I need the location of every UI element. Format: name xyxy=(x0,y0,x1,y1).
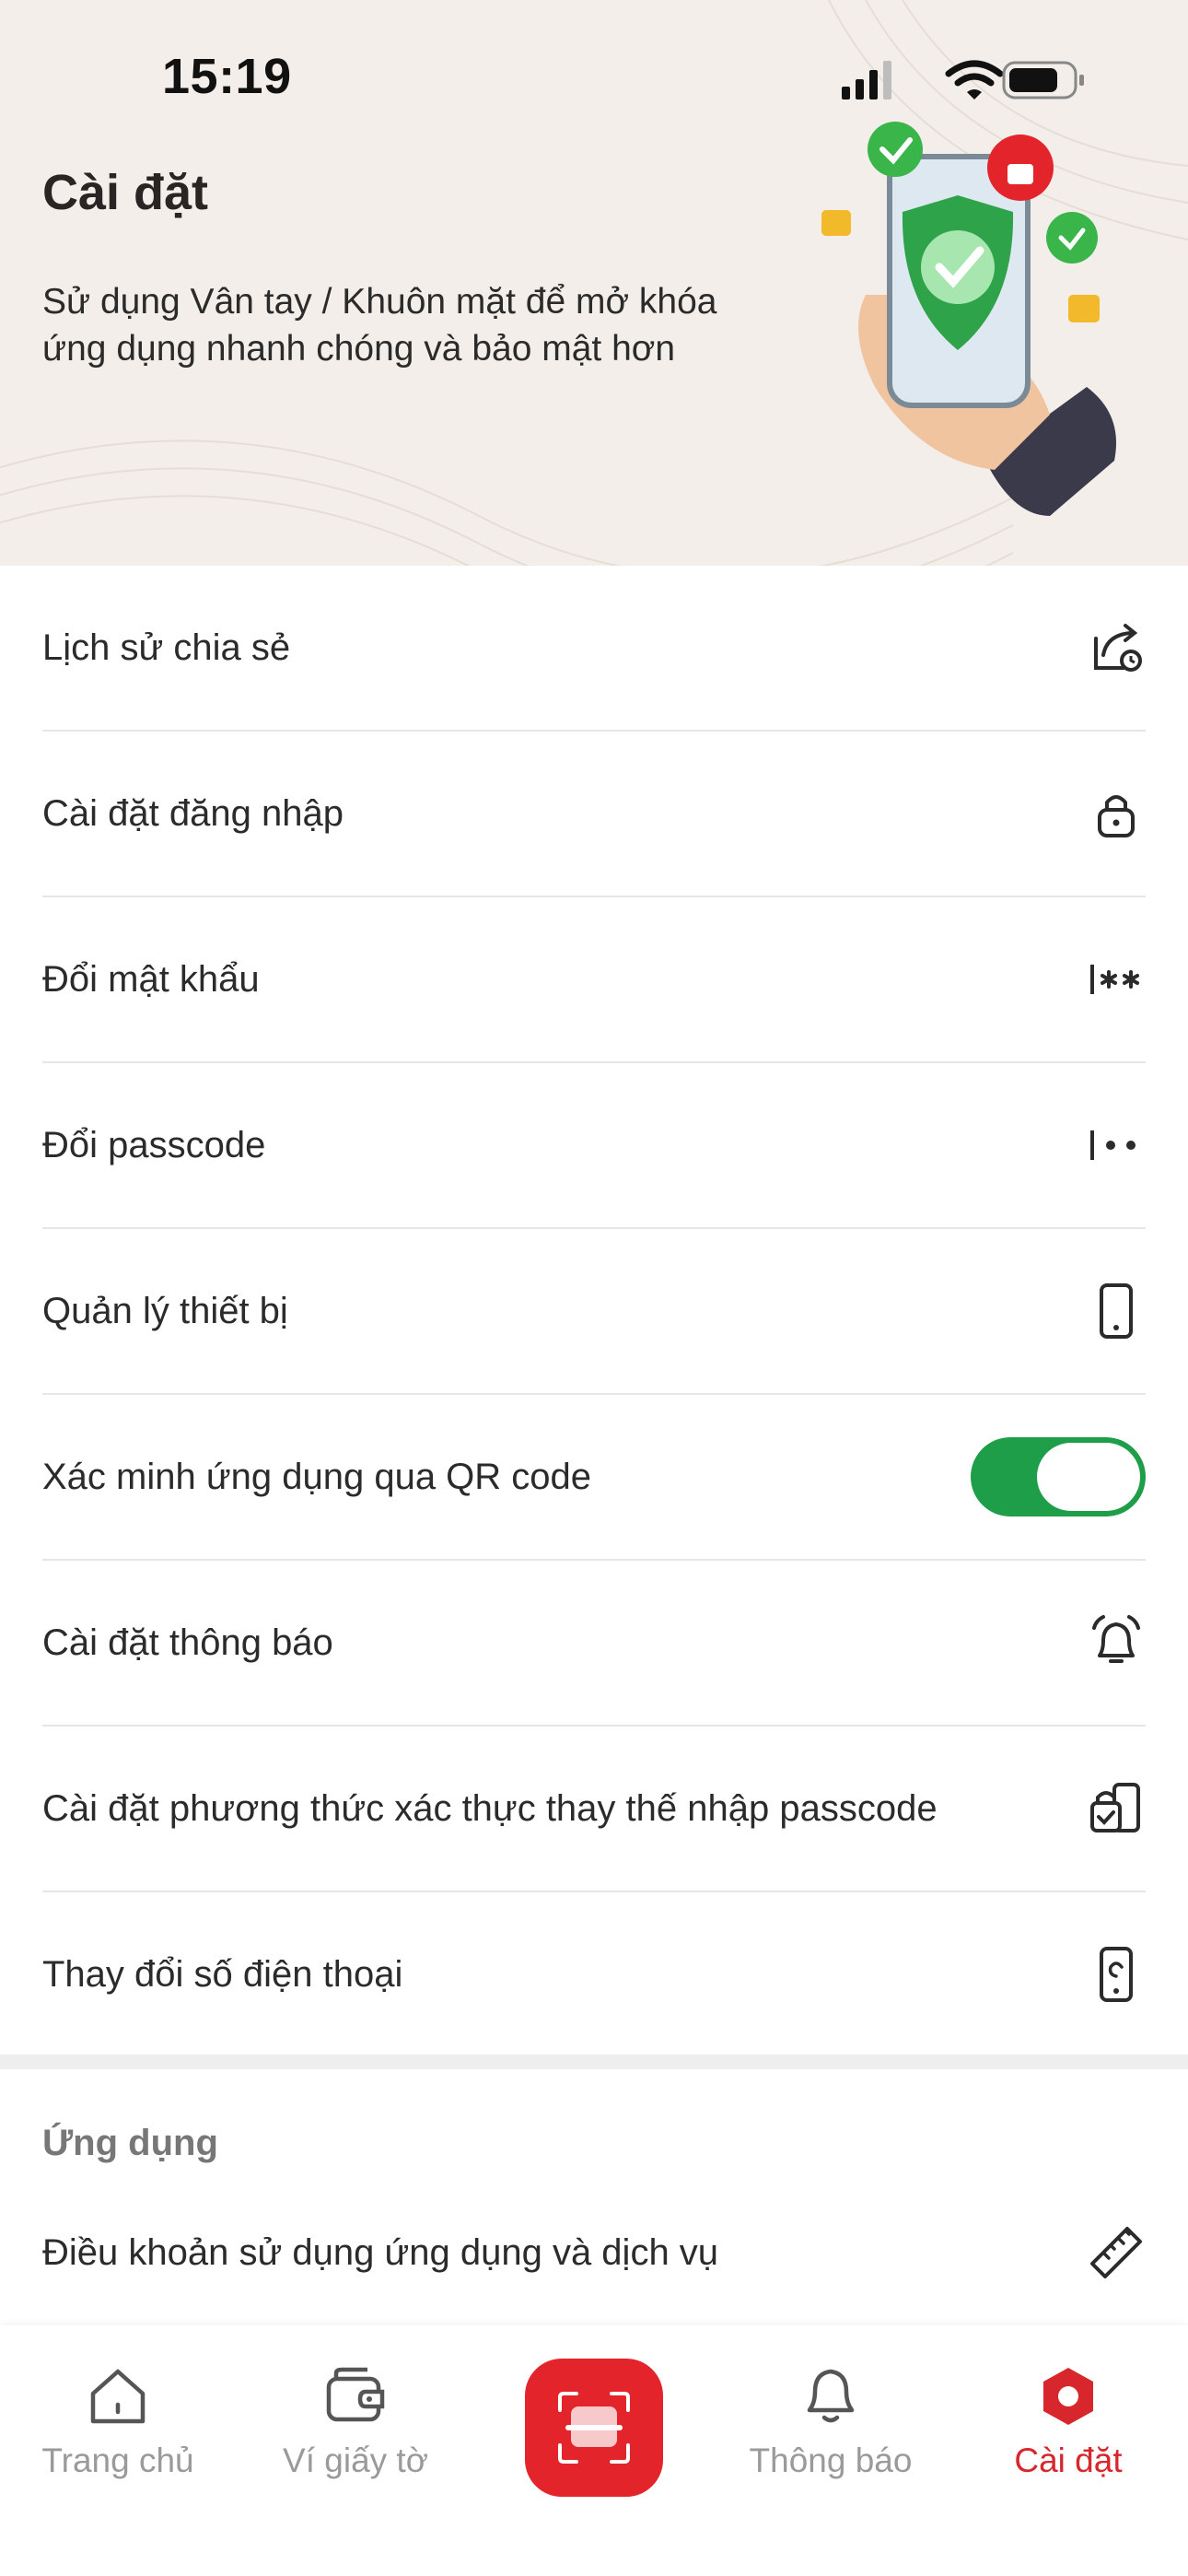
settings-screen: 15:19 Cài đặt Sử dụng Vân tay / Khuôn mặ… xyxy=(0,0,1188,2576)
setting-label: Điều khoản sử dụng ứng dụng và dịch vụ xyxy=(42,2231,719,2273)
nav-label: Ví giấy tờ xyxy=(283,2441,428,2479)
nav-label: Cài đặt xyxy=(1014,2441,1123,2479)
battery-icon xyxy=(1002,61,1084,100)
passcode-icon xyxy=(1090,1130,1136,1160)
setting-label: Quản lý thiết bị xyxy=(42,1290,288,1331)
nav-settings[interactable]: Cài đặt xyxy=(967,2362,1170,2480)
setting-change-passcode[interactable]: Đổi passcode xyxy=(42,1063,1146,1229)
setting-label: Đổi passcode xyxy=(42,1124,266,1165)
share-history-icon xyxy=(1094,624,1142,672)
setting-change-password[interactable]: Đổi mật khẩu xyxy=(42,897,1146,1063)
setting-label: Cài đặt đăng nhập xyxy=(42,792,344,834)
nav-label: Thông báo xyxy=(749,2441,913,2479)
device-icon xyxy=(1100,1283,1133,1339)
scan-button[interactable] xyxy=(525,2359,663,2497)
nav-label: Trang chủ xyxy=(41,2441,194,2479)
home-icon xyxy=(90,2369,146,2424)
header-banner: 15:19 Cài đặt Sử dụng Vân tay / Khuôn mặ… xyxy=(0,0,1188,566)
section-divider xyxy=(0,2055,1188,2069)
setting-terms-of-use[interactable]: Điều khoản sử dụng ứng dụng và dịch vụ xyxy=(42,2207,1146,2299)
settings-list: Lịch sử chia sẻ Cài đặt đăng nhập Đổi mậ… xyxy=(0,566,1188,2058)
settings-icon xyxy=(1043,2368,1093,2425)
bell-icon xyxy=(1092,1615,1140,1663)
nav-wallet[interactable]: Ví giấy tờ xyxy=(254,2362,457,2480)
setting-login[interactable]: Cài đặt đăng nhập xyxy=(42,732,1146,897)
wallet-icon xyxy=(326,2367,385,2422)
cellular-signal-icon xyxy=(842,61,891,100)
status-time: 15:19 xyxy=(162,49,292,104)
scan-icon xyxy=(558,2392,630,2464)
lock-icon xyxy=(1098,795,1135,837)
setting-qr-verification[interactable]: Xác minh ứng dụng qua QR code xyxy=(42,1395,1146,1561)
password-icon xyxy=(1090,965,1139,994)
auth-method-icon xyxy=(1090,1783,1140,1832)
setting-label: Cài đặt phương thức xác thực thay thế nh… xyxy=(42,1787,938,1829)
setting-alt-auth-method[interactable]: Cài đặt phương thức xác thực thay thế nh… xyxy=(42,1727,1146,1892)
status-icons xyxy=(842,60,1084,100)
section-title-app: Ứng dụng xyxy=(42,2123,218,2163)
qr-verification-toggle[interactable] xyxy=(971,1437,1146,1516)
setting-device-management[interactable]: Quản lý thiết bị xyxy=(42,1229,1146,1395)
setting-label: Xác minh ứng dụng qua QR code xyxy=(42,1456,592,1497)
page-description: Sử dụng Vân tay / Khuôn mặt để mở khóa ứ… xyxy=(42,282,717,369)
nav-notifications[interactable]: Thông báo xyxy=(729,2362,932,2480)
nav-home[interactable]: Trang chủ xyxy=(17,2362,219,2480)
page-title: Cài đặt xyxy=(42,165,209,220)
ruler-icon xyxy=(1090,2227,1142,2278)
bottom-nav: Trang chủ Ví giấy tờ Thông báo Cài đặt xyxy=(0,2325,1188,2576)
setting-label: Cài đặt thông báo xyxy=(42,1622,333,1663)
setting-share-history[interactable]: Lịch sử chia sẻ xyxy=(42,566,1146,732)
bell-icon xyxy=(807,2369,855,2423)
setting-label: Đổi mật khẩu xyxy=(42,958,260,1000)
setting-label: Lịch sử chia sẻ xyxy=(42,626,291,668)
security-illustration xyxy=(821,122,1116,516)
phone-change-icon xyxy=(1100,1947,1133,2002)
setting-change-phone[interactable]: Thay đổi số điện thoại xyxy=(42,1892,1146,2058)
toggle-knob xyxy=(1037,1443,1140,1511)
setting-notifications[interactable]: Cài đặt thông báo xyxy=(42,1561,1146,1727)
setting-label: Thay đổi số điện thoại xyxy=(42,1953,403,1995)
wifi-icon xyxy=(945,60,1004,100)
